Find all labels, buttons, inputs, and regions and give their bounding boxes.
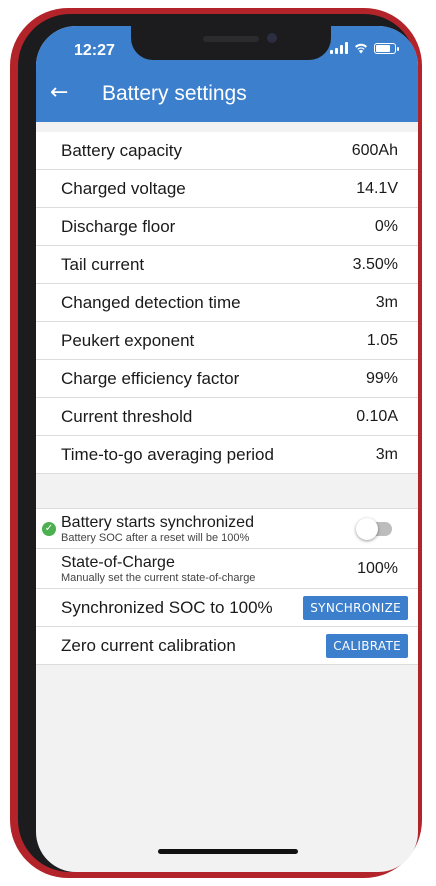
setting-text: Battery starts synchronized Battery SOC … bbox=[61, 514, 254, 544]
wifi-icon bbox=[354, 42, 368, 54]
speaker-grille bbox=[203, 36, 259, 42]
setting-label: Current threshold bbox=[61, 406, 193, 426]
setting-discharge-floor[interactable]: Discharge floor 0% bbox=[36, 208, 418, 246]
setting-value: 3.50% bbox=[352, 255, 398, 273]
setting-battery-starts-synchronized[interactable]: ✓ Battery starts synchronized Battery SO… bbox=[36, 509, 418, 549]
setting-label: Battery capacity bbox=[61, 140, 182, 160]
setting-peukert-exponent[interactable]: Peukert exponent 1.05 bbox=[36, 322, 418, 360]
battery-icon bbox=[374, 42, 399, 54]
setting-text: State-of-Charge Manually set the current… bbox=[61, 554, 255, 584]
setting-synchronize-soc: Synchronized SOC to 100% SYNCHRONIZE bbox=[36, 589, 418, 627]
status-time: 12:27 bbox=[74, 42, 115, 59]
setting-value: 1.05 bbox=[366, 331, 398, 349]
sync-toggle[interactable] bbox=[356, 517, 392, 540]
calibrate-button[interactable]: CALIBRATE bbox=[326, 633, 408, 658]
setting-value: 3m bbox=[375, 293, 398, 311]
synchronize-button[interactable]: SYNCHRONIZE bbox=[303, 595, 408, 620]
setting-label: Zero current calibration bbox=[61, 635, 236, 655]
setting-charge-efficiency[interactable]: Charge efficiency factor 99% bbox=[36, 360, 418, 398]
notch bbox=[131, 26, 331, 60]
setting-label: Charged voltage bbox=[61, 178, 186, 198]
signal-icon bbox=[330, 42, 348, 54]
setting-zero-current-calibration: Zero current calibration CALIBRATE bbox=[36, 627, 418, 665]
setting-detection-time[interactable]: Changed detection time 3m bbox=[36, 284, 418, 322]
screen: 12:27 ← Battery settings Battery capacit… bbox=[36, 26, 418, 872]
setting-tail-current[interactable]: Tail current 3.50% bbox=[36, 246, 418, 284]
setting-label: Peukert exponent bbox=[61, 330, 195, 350]
setting-sublabel: Battery SOC after a reset will be 100% bbox=[61, 531, 250, 544]
setting-value: 0.10A bbox=[356, 407, 398, 425]
setting-label: Tail current bbox=[61, 254, 145, 274]
setting-label: Discharge floor bbox=[61, 216, 176, 236]
front-camera bbox=[267, 33, 277, 43]
setting-label: Charge efficiency factor bbox=[61, 368, 240, 388]
setting-charged-voltage[interactable]: Charged voltage 14.1V bbox=[36, 170, 418, 208]
toggle-knob bbox=[356, 517, 378, 540]
section-divider bbox=[36, 474, 418, 509]
page-title: Battery settings bbox=[102, 82, 247, 105]
setting-label: Time-to-go averaging period bbox=[61, 444, 274, 464]
setting-value: 0% bbox=[374, 217, 398, 235]
setting-label: Synchronized SOC to 100% bbox=[61, 597, 273, 617]
setting-time-to-go-period[interactable]: Time-to-go averaging period 3m bbox=[36, 436, 418, 474]
setting-label: State-of-Charge bbox=[61, 553, 175, 571]
back-arrow-icon[interactable]: ← bbox=[50, 82, 68, 104]
status-icons bbox=[330, 42, 399, 54]
setting-sublabel: Manually set the current state-of-charge bbox=[61, 571, 256, 584]
setting-value: 100% bbox=[357, 559, 398, 577]
setting-value: 99% bbox=[365, 369, 398, 387]
setting-battery-capacity[interactable]: Battery capacity 600Ah bbox=[36, 132, 418, 170]
setting-label: Changed detection time bbox=[61, 292, 241, 312]
setting-value: 3m bbox=[375, 445, 398, 463]
setting-label: Battery starts synchronized bbox=[61, 513, 254, 531]
setting-current-threshold[interactable]: Current threshold 0.10A bbox=[36, 398, 418, 436]
settings-list: Battery capacity 600Ah Charged voltage 1… bbox=[36, 132, 418, 665]
setting-value: 600Ah bbox=[351, 141, 398, 159]
setting-value: 14.1V bbox=[356, 179, 398, 197]
check-icon: ✓ bbox=[42, 521, 56, 536]
setting-state-of-charge[interactable]: State-of-Charge Manually set the current… bbox=[36, 549, 418, 589]
home-indicator[interactable] bbox=[158, 849, 298, 854]
